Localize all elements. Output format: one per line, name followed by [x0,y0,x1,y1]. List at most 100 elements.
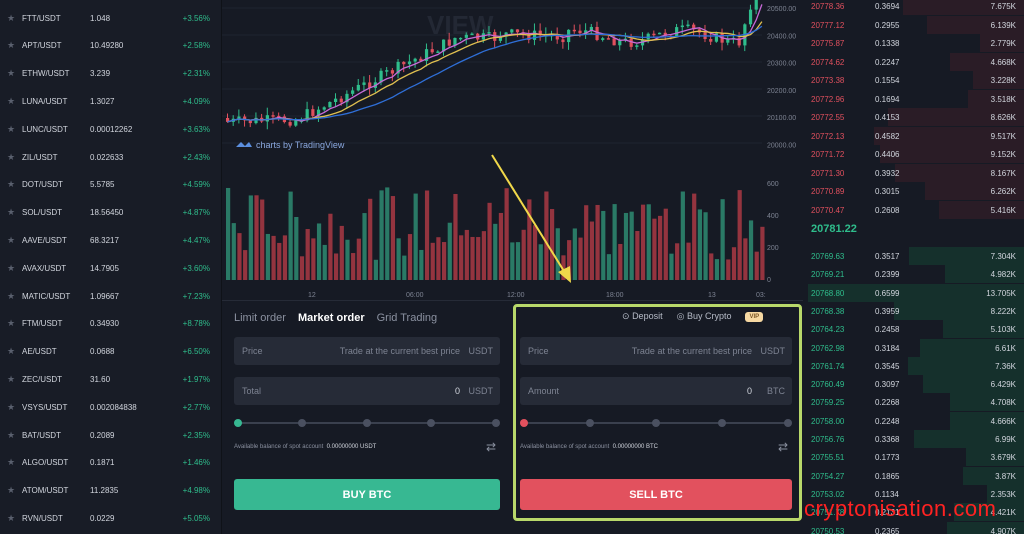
bid-row[interactable]: 20761.74 0.3545 7.36K [803,356,1024,376]
market-row[interactable]: ★ AAVE/USDT 68.3217 +4.47% [0,230,222,250]
favorite-star-icon[interactable]: ★ [7,346,15,357]
ask-row[interactable]: 20778.36 0.3694 7.675K [803,0,1024,16]
bid-row[interactable]: 20756.76 0.3368 6.99K [803,430,1024,449]
favorite-star-icon[interactable]: ★ [7,124,15,135]
volume-bar [464,229,469,280]
market-change: +1.97% [182,374,210,384]
bid-row[interactable]: 20754.27 0.1865 3.87K [803,466,1024,486]
bid-row[interactable]: 20758.00 0.2248 4.666K [803,411,1024,431]
favorite-star-icon[interactable]: ★ [7,40,15,51]
market-row[interactable]: ★ VSYS/USDT 0.002084838 +2.77% [0,397,222,417]
market-row[interactable]: ★ LUNC/USDT 0.00012262 +3.63% [0,119,222,139]
ask-row[interactable]: 20770.47 0.2608 5.416K [803,200,1024,220]
market-row[interactable]: ★ APT/USDT 10.49280 +2.58% [0,36,222,56]
slider-step-25[interactable] [298,419,306,427]
market-row[interactable]: ★ AE/USDT 0.0688 +6.50% [0,342,222,362]
ask-row[interactable]: 20774.62 0.2247 4.668K [803,52,1024,72]
market-price: 0.0229 [90,513,115,523]
candle [334,98,338,103]
favorite-star-icon[interactable]: ★ [7,457,15,468]
favorite-star-icon[interactable]: ★ [7,179,15,190]
market-change: +2.43% [182,152,210,162]
bid-row[interactable]: 20769.63 0.3517 7.304K [803,247,1024,266]
market-row[interactable]: ★ DOT/USDT 5.5785 +4.59% [0,175,222,195]
tab-grid-trading[interactable]: Grid Trading [377,312,438,324]
market-row[interactable]: ★ FTM/USDT 0.34930 +8.78% [0,314,222,334]
ask-row[interactable]: 20777.12 0.2955 6.139K [803,15,1024,35]
ask-amount: 0.1694 [875,94,900,104]
ask-row[interactable]: 20770.89 0.3015 6.262K [803,182,1024,201]
buy-price-field[interactable]: Price Trade at the current best price US… [234,337,500,365]
favorite-star-icon[interactable]: ★ [7,374,15,385]
bid-row[interactable]: 20768.38 0.3959 8.222K [803,301,1024,321]
candle [612,38,616,46]
favorite-star-icon[interactable]: ★ [7,430,15,441]
market-symbol: ZEC/USDT [22,374,62,384]
favorite-star-icon[interactable]: ★ [7,152,15,163]
ask-row[interactable]: 20771.30 0.3932 8.167K [803,163,1024,183]
favorite-star-icon[interactable]: ★ [7,318,15,329]
market-row[interactable]: ★ ZIL/USDT 0.022633 +2.43% [0,147,222,167]
slider-handle[interactable] [234,419,242,427]
volume-bar [334,253,339,280]
market-row[interactable]: ★ SOL/USDT 18.56450 +4.87% [0,203,222,223]
market-row[interactable]: ★ BAT/USDT 0.2089 +2.35% [0,425,222,445]
buy-amount-slider[interactable] [234,419,500,427]
market-row[interactable]: ★ RVN/USDT 0.0229 +5.05% [0,508,222,528]
ask-row[interactable]: 20772.55 0.4153 8.626K [803,108,1024,127]
slider-step-100[interactable] [492,419,500,427]
market-change: +4.47% [182,235,210,245]
volume-bar [288,191,293,280]
buy-price-hint: Trade at the current best price [339,346,460,356]
favorite-star-icon[interactable]: ★ [7,207,15,218]
favorite-star-icon[interactable]: ★ [7,291,15,302]
tab-limit-order[interactable]: Limit order [234,312,286,324]
market-change: +1.46% [182,458,210,468]
bid-row[interactable]: 20764.23 0.2458 5.103K [803,320,1024,339]
market-symbol: VSYS/USDT [22,402,68,412]
volume-bar [663,208,668,280]
bid-row[interactable]: 20769.21 0.2399 4.982K [803,265,1024,284]
ask-amount: 0.4153 [875,113,900,122]
favorite-star-icon[interactable]: ★ [7,235,15,246]
favorite-star-icon[interactable]: ★ [7,13,15,24]
bid-row[interactable]: 20762.98 0.3184 6.61K [803,338,1024,358]
market-row[interactable]: ★ ALGO/USDT 0.1871 +1.46% [0,453,222,473]
market-row[interactable]: ★ ETHW/USDT 3.239 +2.31% [0,64,222,84]
ask-row[interactable]: 20773.38 0.1554 3.228K [803,71,1024,90]
ask-row[interactable]: 20775.87 0.1338 2.779K [803,34,1024,53]
favorite-star-icon[interactable]: ★ [7,263,15,274]
candle [436,51,440,53]
ask-row[interactable]: 20772.96 0.1694 3.518K [803,89,1024,109]
buy-total-field[interactable]: Total 0 USDT [234,377,500,405]
ask-row[interactable]: 20772.13 0.4582 9.517K [803,126,1024,146]
chart-canvas[interactable]: VIEWcharts by TradingView20500.0020400.0… [222,0,803,300]
bid-row[interactable]: 20750.53 0.2365 4.907K [803,521,1024,534]
favorite-star-icon[interactable]: ★ [7,513,15,524]
volume-bar [260,199,265,280]
bid-row[interactable]: 20760.49 0.3097 6.429K [803,375,1024,394]
market-row[interactable]: ★ LUNA/USDT 1.3027 +4.09% [0,91,222,111]
buy-btc-button[interactable]: BUY BTC [234,479,500,510]
market-row[interactable]: ★ AVAX/USDT 14.7905 +3.60% [0,258,222,278]
favorite-star-icon[interactable]: ★ [7,402,15,413]
favorite-star-icon[interactable]: ★ [7,96,15,107]
market-row[interactable]: ★ MATIC/USDT 1.09667 +7.23% [0,286,222,306]
bid-total: 4.982K [990,270,1016,280]
slider-step-50[interactable] [363,419,371,427]
favorite-star-icon[interactable]: ★ [7,485,15,496]
volume-bar [328,213,333,280]
bid-row[interactable]: 20768.80 0.6599 13.705K [803,283,1024,303]
price-chart[interactable]: VIEW charts by TradingView 20500.00 20400.0… [222,0,803,300]
favorite-star-icon[interactable]: ★ [7,68,15,79]
market-row[interactable]: ★ FTT/USDT 1.048 +3.56% [0,8,222,28]
tab-market-order[interactable]: Market order [298,312,365,324]
ask-row[interactable]: 20771.72 0.4406 9.152K [803,145,1024,164]
slider-step-75[interactable] [427,419,435,427]
bid-row[interactable]: 20755.51 0.1773 3.679K [803,448,1024,467]
market-change: +5.05% [182,513,210,523]
transfer-icon[interactable]: ⇄ [486,440,496,454]
bid-row[interactable]: 20759.25 0.2268 4.708K [803,393,1024,412]
market-row[interactable]: ★ ATOM/USDT 11.2835 +4.98% [0,481,222,501]
market-row[interactable]: ★ ZEC/USDT 31.60 +1.97% [0,369,222,389]
